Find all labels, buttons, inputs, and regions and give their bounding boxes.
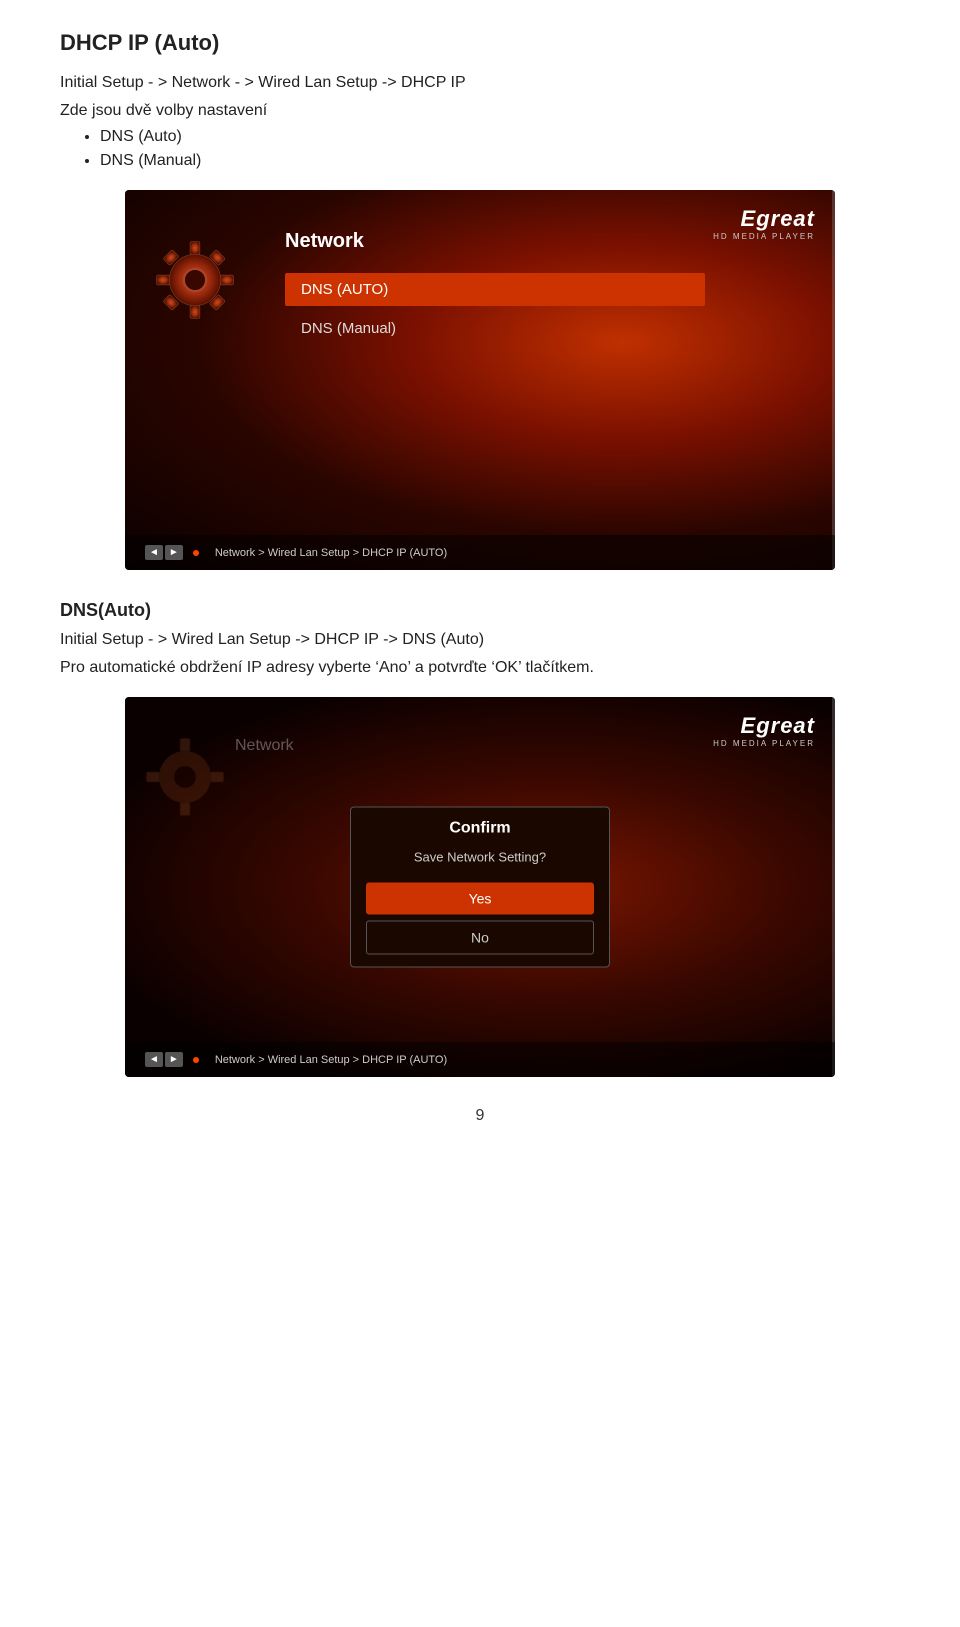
right-arrow-icon: ►	[165, 545, 183, 560]
screenshot-1: Egreat HD MEDIA PLAYER	[125, 190, 835, 570]
logo-sub-2: HD MEDIA PLAYER	[713, 739, 815, 748]
bottom-nav-2: ◄ ► Network > Wired Lan Setup > DHCP IP …	[125, 1042, 835, 1077]
nav-dot-2	[193, 1057, 199, 1063]
right-arrow-icon-2: ►	[165, 1052, 183, 1067]
option-dns-auto: DNS (Auto)	[100, 128, 900, 146]
screen-divider-1	[832, 190, 835, 570]
egreat-logo-1: Egreat HD MEDIA PLAYER	[713, 206, 815, 241]
confirm-message: Save Network Setting?	[351, 846, 609, 877]
page-title: DHCP IP (Auto)	[60, 30, 900, 56]
page-number: 9	[60, 1107, 900, 1125]
nav-arrows-1: ◄ ►	[145, 545, 183, 560]
option-dns-manual: DNS (Manual)	[100, 152, 900, 170]
screen-divider-2	[832, 697, 835, 1077]
left-arrow-icon-2: ◄	[145, 1052, 163, 1067]
menu-item-dns-manual[interactable]: DNS (Manual)	[285, 312, 705, 345]
screenshot-2: Egreat HD MEDIA PLAYER Network Confi	[125, 697, 835, 1077]
gear-icon-1	[155, 240, 235, 325]
section2-description: Pro automatické obdržení IP adresy vyber…	[60, 659, 900, 677]
section2-heading: DNS(Auto)	[60, 600, 900, 621]
nav-arrows-2: ◄ ►	[145, 1052, 183, 1067]
gear-icon-2	[145, 737, 225, 822]
logo-text-1: Egreat	[713, 206, 815, 232]
nav-dot-1	[193, 550, 199, 556]
bottom-nav-1: ◄ ► Network > Wired Lan Setup > DHCP IP …	[125, 535, 835, 570]
egreat-logo-2: Egreat HD MEDIA PLAYER	[713, 713, 815, 748]
breadcrumb-1: Initial Setup - > Network - > Wired Lan …	[60, 74, 900, 92]
section2-breadcrumb: Initial Setup - > Wired Lan Setup -> DHC…	[60, 631, 900, 649]
bg-menu-title: Network	[235, 737, 294, 755]
nav-path-2: Network > Wired Lan Setup > DHCP IP (AUT…	[215, 1054, 447, 1066]
logo-text-2: Egreat	[713, 713, 815, 739]
screen1-menu-title: Network	[285, 230, 705, 253]
logo-sub-1: HD MEDIA PLAYER	[713, 232, 815, 241]
options-list: DNS (Auto) DNS (Manual)	[100, 128, 900, 170]
yes-button[interactable]: Yes	[366, 883, 594, 915]
nav-path-1: Network > Wired Lan Setup > DHCP IP (AUT…	[215, 547, 447, 559]
confirm-dialog: Confirm Save Network Setting? Yes No	[350, 807, 610, 968]
description-text: Zde jsou dvě volby nastavení	[60, 102, 900, 120]
left-arrow-icon: ◄	[145, 545, 163, 560]
confirm-title: Confirm	[351, 808, 609, 846]
no-button[interactable]: No	[366, 921, 594, 955]
menu-item-dns-auto[interactable]: DNS (AUTO)	[285, 273, 705, 306]
menu-content-1: Network DNS (AUTO) DNS (Manual)	[285, 230, 705, 351]
